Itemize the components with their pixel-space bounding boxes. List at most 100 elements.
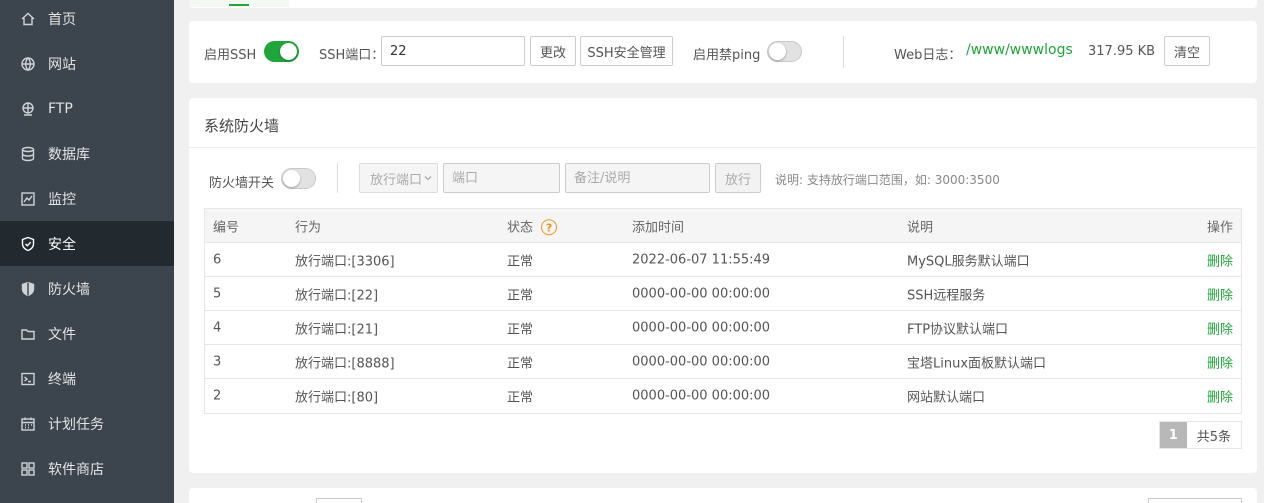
rule-action: 放行端口:[8888]: [295, 356, 395, 371]
ping-toggle[interactable]: [767, 41, 802, 62]
divider: [337, 163, 338, 193]
allow-port-button[interactable]: 放行: [715, 163, 761, 193]
sidebar: 首页 网站 FTP 数据库 监控 安全 防火墙 文件 终端 计划任务 软件商店: [0, 0, 174, 503]
page-number-current[interactable]: 1: [1159, 422, 1187, 448]
rule-id: 3: [213, 354, 222, 369]
port-range-hint: 说明: 支持放行端口范围，如: 3000:3500: [775, 173, 1000, 187]
sidebar-item-database[interactable]: 数据库: [0, 131, 174, 176]
rule-status: 正常: [507, 390, 534, 406]
col-id: 编号: [213, 220, 240, 235]
sidebar-item-security[interactable]: 安全: [0, 221, 174, 266]
delete-rule-button[interactable]: 删除: [1207, 352, 1233, 371]
action-select[interactable]: 放行端口: [359, 163, 438, 193]
sidebar-item-label: FTP: [48, 100, 73, 117]
ssh-manage-button[interactable]: SSH安全管理: [580, 36, 673, 66]
sidebar-item-firewall[interactable]: 防火墙: [0, 266, 174, 311]
rule-desc: FTP协议默认端口: [907, 322, 1009, 337]
col-desc: 说明: [907, 220, 934, 235]
table-header: 编号 行为 状态? 添加时间 说明 操作: [205, 209, 1241, 243]
help-icon[interactable]: ?: [541, 219, 558, 236]
col-action: 行为: [295, 220, 322, 235]
toggle-knob: [283, 170, 300, 187]
ping-label: 启用禁ping: [693, 48, 761, 63]
rule-action: 放行端口:[3306]: [295, 254, 395, 269]
weblog-size: 317.95 KB: [1088, 44, 1156, 59]
delete-rule-button[interactable]: 删除: [1207, 250, 1233, 269]
delete-rule-button[interactable]: 删除: [1207, 284, 1233, 303]
sidebar-item-label: 防火墙: [48, 281, 90, 298]
tab-underline: [229, 4, 249, 6]
pagination: 1 共5条: [1158, 421, 1242, 449]
rule-status: 正常: [507, 288, 534, 303]
rule-id: 2: [213, 388, 222, 404]
note-input[interactable]: [565, 163, 710, 193]
sidebar-item-label: 网站: [48, 56, 76, 73]
rule-desc: MySQL服务默认端口: [907, 254, 1030, 269]
divider: [843, 36, 844, 68]
sidebar-item-files[interactable]: 文件: [0, 311, 174, 356]
database-icon: [20, 146, 36, 162]
weblog-label: Web日志：: [894, 48, 962, 63]
table-row: 4 放行端口:[21] 正常 0000-00-00 00:00:00 FTP协议…: [205, 311, 1241, 345]
sidebar-item-ftp[interactable]: FTP: [0, 86, 174, 131]
rule-status: 正常: [507, 356, 534, 371]
col-op: 操作: [1206, 220, 1233, 235]
chevron-down-icon: [424, 176, 432, 181]
table-row: 6 放行端口:[3306] 正常 2022-06-07 11:55:49 MyS…: [205, 243, 1241, 277]
folder-icon: [20, 326, 36, 342]
ssh-port-input[interactable]: [381, 36, 525, 66]
ssh-port-label: SSH端口：: [319, 48, 385, 63]
toggle-knob: [769, 43, 786, 60]
sidebar-item-monitor[interactable]: 监控: [0, 176, 174, 221]
rule-desc: 宝塔Linux面板默认端口: [907, 356, 1047, 371]
port-input[interactable]: [443, 163, 560, 193]
rule-status: 正常: [507, 254, 534, 269]
change-port-button[interactable]: 更改: [530, 36, 576, 66]
rule-desc: 网站默认端口: [907, 390, 986, 406]
ssh-settings-panel: 启用SSH SSH端口： 更改 SSH安全管理 启用禁ping Web日志： /…: [189, 21, 1257, 83]
page-total-count: 共5条: [1186, 422, 1241, 448]
sidebar-item-label: 首页: [48, 11, 76, 28]
sidebar-item-label: 文件: [48, 326, 76, 343]
sidebar-item-website[interactable]: 网站: [0, 41, 174, 86]
calendar-icon: [20, 416, 36, 432]
delete-rule-button[interactable]: 删除: [1207, 318, 1233, 337]
toggle-knob: [280, 43, 297, 60]
partial-button[interactable]: [1148, 498, 1242, 503]
sidebar-item-label: 安全: [48, 236, 76, 253]
sidebar-item-cron[interactable]: 计划任务: [0, 401, 174, 446]
globe-icon: [20, 56, 36, 72]
ssh-toggle[interactable]: [264, 41, 299, 62]
shield-check-icon: [20, 236, 36, 252]
sidebar-item-label: 监控: [48, 191, 76, 208]
rule-action: 放行端口:[80]: [295, 390, 379, 406]
firewall-title: 系统防火墙: [204, 117, 280, 135]
ftp-icon: [20, 101, 36, 117]
sidebar-item-appstore[interactable]: 软件商店: [0, 446, 174, 491]
partial-input[interactable]: [316, 498, 362, 503]
clear-logs-button[interactable]: 清空: [1164, 36, 1210, 66]
rule-added: 2022-06-07 11:55:49: [632, 252, 771, 267]
monitor-icon: [20, 191, 36, 207]
firewall-toggle[interactable]: [281, 168, 316, 189]
rule-action: 放行端口:[21]: [295, 322, 379, 337]
next-panel: [189, 488, 1257, 503]
rule-status: 正常: [507, 322, 534, 337]
table-row: 2 放行端口:[80] 正常 0000-00-00 00:00:00 网站默认端…: [205, 379, 1241, 413]
sidebar-item-label: 终端: [48, 371, 76, 388]
rule-added: 0000-00-00 00:00:00: [632, 388, 771, 404]
rule-id: 4: [213, 320, 222, 335]
table-row: 3 放行端口:[8888] 正常 0000-00-00 00:00:00 宝塔L…: [205, 345, 1241, 379]
rule-action: 放行端口:[22]: [295, 288, 379, 303]
table-row: 5 放行端口:[22] 正常 0000-00-00 00:00:00 SSH远程…: [205, 277, 1241, 311]
sidebar-item-label: 数据库: [48, 146, 90, 163]
rule-added: 0000-00-00 00:00:00: [632, 354, 771, 369]
sidebar-item-terminal[interactable]: 终端: [0, 356, 174, 401]
weblog-path-link[interactable]: /www/wwwlogs: [966, 42, 1073, 58]
top-tab-bar: [189, 0, 1257, 8]
delete-rule-button[interactable]: 删除: [1207, 387, 1233, 406]
title-divider: [189, 147, 1257, 148]
sidebar-item-home[interactable]: 首页: [0, 0, 174, 41]
shield-icon: [20, 281, 36, 297]
sidebar-item-label: 计划任务: [48, 416, 104, 433]
